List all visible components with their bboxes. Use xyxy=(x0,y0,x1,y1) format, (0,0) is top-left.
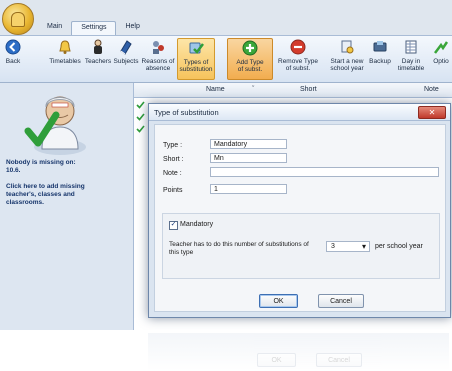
new-school-year-button[interactable]: Start a new school year xyxy=(328,38,366,78)
short-input[interactable]: Mn xyxy=(210,153,287,163)
close-button[interactable]: ✕ xyxy=(418,106,446,119)
add-type-label: Add Type of subst. xyxy=(236,59,264,73)
type-of-substitution-dialog: Type of substitution ✕ Type : Mandatory … xyxy=(148,103,451,318)
type-label: Type : xyxy=(163,142,183,149)
mandatory-checkbox[interactable]: ✓ xyxy=(169,221,178,230)
nobody-missing-line: Nobody is missing on: xyxy=(6,159,76,166)
teacher-icon xyxy=(89,38,107,56)
subjects-label: Subjects xyxy=(113,58,139,65)
add-plus-icon xyxy=(241,39,259,57)
book-icon xyxy=(117,38,135,56)
ok-button-reflection: OK xyxy=(257,353,296,367)
column-short[interactable]: Short xyxy=(300,86,317,93)
note-input[interactable] xyxy=(210,167,439,177)
add-missing-link[interactable]: Click here to add missing teacher's, cla… xyxy=(6,183,128,207)
grid-row-icon[interactable] xyxy=(134,123,146,133)
backup-button[interactable]: Backup xyxy=(366,38,394,78)
chevron-down-icon: ▾ xyxy=(361,242,366,251)
calendar-person-icon xyxy=(338,38,356,56)
teacher-requirement-text: Teacher has to do this number of substit… xyxy=(169,241,329,257)
reasons-of-absence-button[interactable]: Reasons of absence xyxy=(140,38,176,78)
options-icon xyxy=(432,38,450,56)
teachers-button[interactable]: Teachers xyxy=(84,38,112,78)
types-of-substitution-label: Types of substitution xyxy=(179,59,213,73)
back-button[interactable]: Back xyxy=(2,38,24,78)
types-of-substitution-button[interactable]: Types of substitution xyxy=(177,38,215,80)
dialog-reflection: OK Cancel xyxy=(148,333,449,371)
back-label: Back xyxy=(5,58,21,65)
short-label: Short : xyxy=(163,156,184,163)
reasons-of-absence-label: Reasons of absence xyxy=(141,58,175,72)
types-of-substitution-icon xyxy=(187,39,205,57)
add-missing-line1: Click here to add missing xyxy=(6,183,85,190)
timetables-label: Timetables xyxy=(49,58,81,65)
add-type-button[interactable]: Add Type of subst. xyxy=(227,38,273,80)
backup-label: Backup xyxy=(369,58,391,65)
ribbon-tabs: Main Settings Help xyxy=(38,21,149,35)
teacher-requirement-line2: this type xyxy=(169,249,194,256)
sidebar-panel: Nobody is missing on: 10.6. Click here t… xyxy=(0,83,134,330)
new-school-year-label: Start a new school year xyxy=(330,58,364,72)
reasons-of-absence-icon xyxy=(149,38,167,56)
grid-row-icon[interactable] xyxy=(134,111,146,121)
mandatory-label: Mandatory xyxy=(180,221,214,228)
missing-date: 10.6. xyxy=(6,167,21,174)
options-button[interactable]: Optio xyxy=(430,38,452,78)
dialog-body: Type : Mandatory Short : Mn Note : Point… xyxy=(154,124,446,312)
cancel-button-reflection: Cancel xyxy=(316,353,362,367)
cancel-button[interactable]: Cancel xyxy=(318,294,364,308)
remove-type-label: Remove Type of subst. xyxy=(278,58,318,72)
points-label: Points xyxy=(163,187,183,194)
note-label: Note : xyxy=(163,170,182,177)
substitution-count-value: 3 xyxy=(331,243,335,250)
column-name[interactable]: Name xyxy=(206,86,225,93)
grid-row-icon[interactable] xyxy=(134,99,146,109)
timetable-grid-icon xyxy=(402,38,420,56)
subjects-button[interactable]: Subjects xyxy=(112,38,140,78)
teachers-label: Teachers xyxy=(84,58,112,65)
application-window: Main Settings Help Back Timetables Teach… xyxy=(0,0,452,330)
day-in-timetable-label: Day in timetable xyxy=(397,58,425,72)
per-school-year-label: per school year xyxy=(375,243,423,250)
add-missing-line3: classrooms. xyxy=(6,199,44,206)
bell-icon xyxy=(11,11,25,27)
substitution-count-select[interactable]: 3 ▾ xyxy=(326,241,370,252)
bell-icon xyxy=(56,38,74,56)
options-label: Optio xyxy=(433,58,449,65)
day-in-timetable-button[interactable]: Day in timetable xyxy=(394,38,428,78)
ok-button[interactable]: OK xyxy=(259,294,298,308)
mandatory-group: ✓ Mandatory Teacher has to do this numbe… xyxy=(162,213,440,279)
type-input[interactable]: Mandatory xyxy=(210,139,287,149)
tab-help[interactable]: Help xyxy=(116,21,148,35)
doctor-check-illustration xyxy=(22,89,92,155)
points-input[interactable]: 1 xyxy=(210,184,287,194)
back-arrow-icon xyxy=(4,38,22,56)
backup-icon xyxy=(371,38,389,56)
remove-minus-icon xyxy=(289,38,307,56)
teacher-requirement-line1: Teacher has to do this number of substit… xyxy=(169,241,309,248)
nobody-missing-message: Nobody is missing on: 10.6. xyxy=(6,159,128,175)
app-menu-orb[interactable] xyxy=(2,3,34,35)
ribbon-toolbar: Back Timetables Teachers Subjects Reason xyxy=(0,35,452,83)
tab-settings[interactable]: Settings xyxy=(71,21,117,35)
dialog-title-bar[interactable]: Type of substitution ✕ xyxy=(149,104,450,121)
grid-header: Name ˇ Short Note xyxy=(134,83,452,98)
dialog-title: Type of substitution xyxy=(154,108,219,117)
timetables-button[interactable]: Timetables xyxy=(46,38,84,78)
remove-type-button[interactable]: Remove Type of subst. xyxy=(275,38,321,78)
sort-indicator-icon: ˇ xyxy=(252,86,255,93)
column-note[interactable]: Note xyxy=(424,86,439,93)
tab-main[interactable]: Main xyxy=(38,21,71,35)
add-missing-line2: teacher's, classes and xyxy=(6,191,75,198)
